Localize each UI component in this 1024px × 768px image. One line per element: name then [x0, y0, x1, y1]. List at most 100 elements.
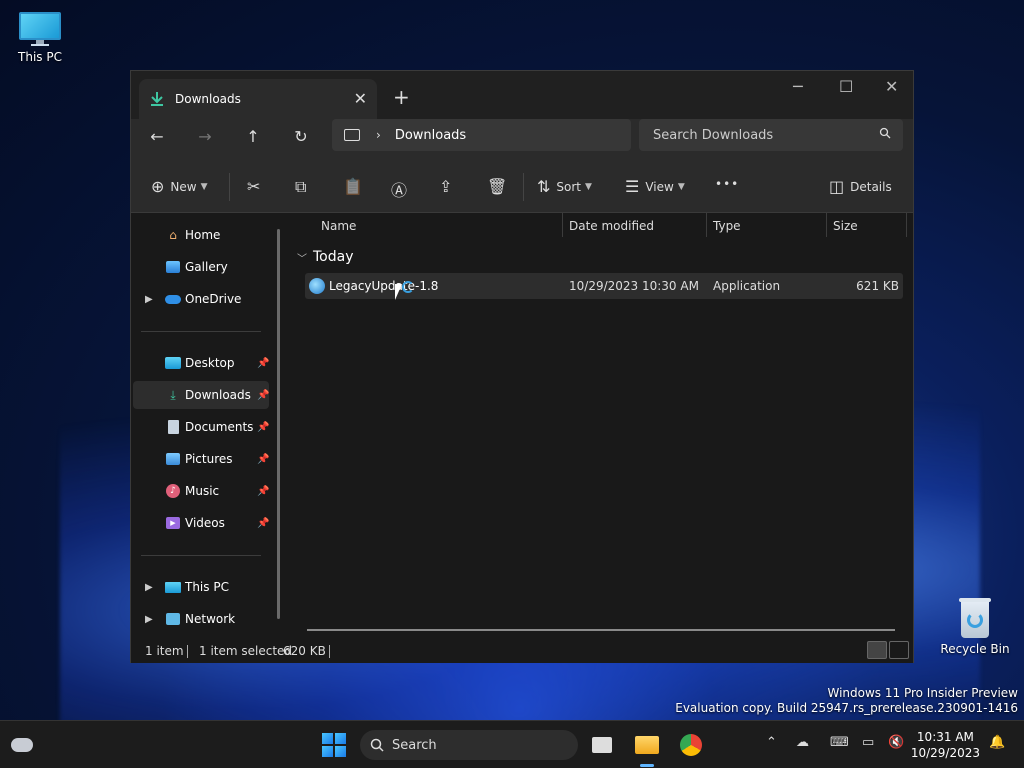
- column-divider[interactable]: [906, 213, 907, 237]
- nav-item-videos[interactable]: ▶ Videos 📌: [133, 509, 269, 537]
- chevron-right-icon: ▶: [145, 293, 153, 305]
- cloud-icon: [11, 738, 33, 752]
- clock-date: 10/29/2023: [910, 746, 980, 760]
- chevron-down-icon: ▼: [200, 181, 208, 192]
- chevron-up-icon[interactable]: ⌃: [766, 735, 777, 750]
- share-icon: ⇪: [439, 177, 453, 196]
- column-header-name[interactable]: Name: [321, 219, 356, 233]
- download-icon: ⤓: [170, 387, 176, 402]
- computer-icon: [344, 129, 360, 141]
- up-button[interactable]: ↑: [241, 127, 265, 146]
- horizontal-scrollbar[interactable]: [307, 629, 895, 631]
- column-divider[interactable]: [826, 213, 827, 237]
- nav-divider: [141, 555, 261, 556]
- nav-item-home[interactable]: ⌂ Home: [133, 221, 269, 249]
- rename-button[interactable]: Ⓐ: [391, 177, 407, 201]
- column-divider[interactable]: [706, 213, 707, 237]
- maximize-button[interactable]: ☐: [839, 77, 853, 96]
- pin-icon: 📌: [257, 517, 270, 529]
- desktop-icon-this-pc[interactable]: This PC: [0, 12, 80, 64]
- task-view-button[interactable]: [586, 729, 618, 761]
- nav-label: OneDrive: [185, 292, 242, 306]
- cut-button[interactable]: ✂: [247, 177, 260, 196]
- search-input[interactable]: Search Downloads: [639, 119, 903, 151]
- speaker-muted-icon[interactable]: 🔇: [888, 735, 904, 750]
- nav-item-downloads[interactable]: ⤓ Downloads 📌: [133, 381, 269, 409]
- nav-item-documents[interactable]: Documents 📌: [133, 413, 269, 441]
- delete-button[interactable]: 🗑: [487, 177, 507, 196]
- tiles-view-button[interactable]: [889, 641, 909, 659]
- notification-bell-icon[interactable]: 🔔: [989, 735, 1005, 750]
- desktop-icon-label: This PC: [18, 50, 62, 64]
- chevron-down-icon: ▼: [677, 181, 685, 192]
- status-divider: [329, 645, 330, 658]
- chevron-right-icon: ›: [376, 128, 381, 142]
- column-header-type[interactable]: Type: [713, 219, 741, 233]
- details-button[interactable]: ◫ Details: [829, 177, 892, 196]
- taskbar-search[interactable]: Search: [360, 730, 578, 760]
- pin-icon: 📌: [257, 485, 270, 497]
- nav-label: This PC: [185, 580, 229, 594]
- weather-widget-button[interactable]: [6, 729, 38, 761]
- group-header-today[interactable]: ﹀ Today: [297, 249, 354, 265]
- nav-label: Home: [185, 228, 221, 242]
- details-pane-icon: ◫: [829, 177, 845, 196]
- file-explorer-taskbar-button[interactable]: [631, 729, 663, 761]
- breadcrumb-downloads[interactable]: Downloads: [395, 128, 466, 143]
- display-icon[interactable]: ▭: [862, 735, 874, 750]
- nav-label: Pictures: [185, 452, 233, 466]
- computer-icon: [19, 12, 61, 46]
- breadcrumb[interactable]: › Downloads: [332, 119, 631, 151]
- nav-item-desktop[interactable]: Desktop 📌: [133, 349, 269, 377]
- tab-label: Downloads: [175, 92, 241, 106]
- pin-icon: 📌: [257, 357, 270, 369]
- keyboard-icon[interactable]: ⌨: [830, 735, 849, 750]
- file-name: LegacyUpdate-1.8: [329, 279, 439, 293]
- new-tab-button[interactable]: +: [393, 85, 410, 109]
- status-size: 620 KB: [283, 644, 326, 658]
- nav-item-music[interactable]: ♪ Music 📌: [133, 477, 269, 505]
- nav-item-this-pc[interactable]: ▶ This PC: [133, 573, 269, 601]
- chrome-taskbar-button[interactable]: [675, 729, 707, 761]
- rename-icon: Ⓐ: [391, 181, 408, 200]
- back-button[interactable]: ←: [145, 127, 169, 146]
- chevron-right-icon: ▶: [145, 581, 153, 593]
- navigation-pane: ⌂ Home Gallery ▶ OneDrive Desktop 📌 ⤓ Do…: [131, 213, 289, 643]
- home-icon: ⌂: [169, 228, 177, 242]
- desktop-icon: [165, 355, 181, 371]
- new-button[interactable]: ⊕ New ▼: [151, 177, 208, 196]
- tab-downloads[interactable]: Downloads ✕: [139, 79, 377, 119]
- nav-item-pictures[interactable]: Pictures 📌: [133, 445, 269, 473]
- desktop-icon-recycle-bin[interactable]: Recycle Bin: [935, 596, 1015, 656]
- clock[interactable]: 10:31 AM 10/29/2023: [911, 729, 980, 761]
- sort-button[interactable]: ⇅ Sort ▼: [537, 177, 592, 196]
- share-button[interactable]: ⇪: [439, 177, 452, 196]
- column-divider[interactable]: [562, 213, 563, 237]
- details-view-button[interactable]: [867, 641, 887, 659]
- onedrive-tray-icon[interactable]: ☁: [796, 735, 809, 750]
- plus-circle-icon: ⊕: [151, 177, 165, 196]
- refresh-button[interactable]: ↻: [289, 127, 313, 146]
- start-button[interactable]: [318, 729, 350, 761]
- nav-divider: [141, 331, 261, 332]
- column-header-size[interactable]: Size: [833, 219, 858, 233]
- group-label: Today: [313, 249, 354, 265]
- file-type: Application: [713, 279, 781, 293]
- nav-label: Documents: [185, 420, 254, 434]
- column-header-date[interactable]: Date modified: [569, 219, 654, 233]
- nav-item-gallery[interactable]: Gallery: [133, 253, 269, 281]
- clipboard-icon: 📋: [343, 177, 363, 196]
- address-bar: ← → ↑ ↻ › Downloads Search Downloads: [131, 119, 913, 159]
- document-icon: [165, 419, 181, 435]
- view-button[interactable]: ☰ View ▼: [625, 177, 685, 196]
- paste-button[interactable]: 📋: [343, 177, 363, 196]
- nav-item-network[interactable]: ▶ Network: [133, 605, 269, 633]
- nav-scrollbar[interactable]: [277, 229, 280, 619]
- close-window-button[interactable]: ✕: [885, 77, 898, 96]
- minimize-button[interactable]: ─: [793, 77, 803, 96]
- tab-close-button[interactable]: ✕: [354, 89, 367, 108]
- forward-button[interactable]: →: [193, 127, 217, 146]
- nav-item-onedrive[interactable]: ▶ OneDrive: [133, 285, 269, 313]
- more-options-button[interactable]: •••: [715, 177, 739, 191]
- copy-button[interactable]: ⧉: [295, 177, 306, 197]
